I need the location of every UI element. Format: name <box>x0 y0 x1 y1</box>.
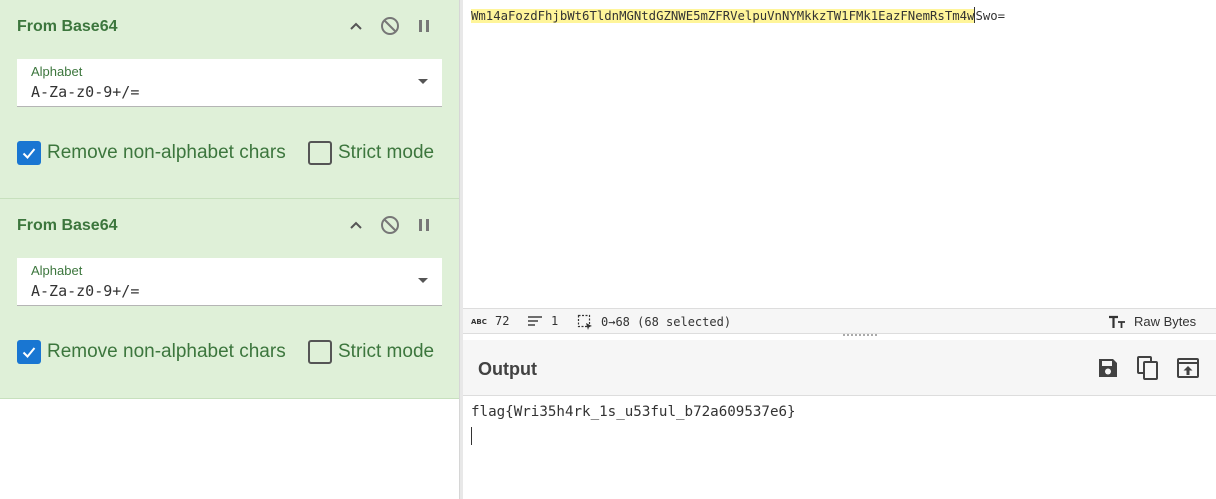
selection-stat: 0→68 (68 selected) <box>577 314 731 330</box>
pause-icon[interactable] <box>414 16 434 36</box>
unselected-input-text: Swo= <box>975 9 1006 23</box>
input-status-bar: ABC 72 1 0→68 (68 selected) Raw Bytes <box>463 308 1216 334</box>
save-icon[interactable] <box>1094 354 1122 382</box>
collapse-chevron-icon[interactable] <box>346 16 366 36</box>
checkbox-checked-icon[interactable] <box>17 340 41 364</box>
alphabet-label: Alphabet <box>31 64 83 79</box>
alphabet-select[interactable]: Alphabet A-Za-z0-9+/= <box>17 59 442 107</box>
selection-icon <box>577 314 593 330</box>
checkbox-unchecked-icon[interactable] <box>308 141 332 165</box>
input-text[interactable]: Wm14aFozdFhjbWt6TldnMGNtdGZNWE5mZFRVelpu… <box>471 7 1005 25</box>
output-text[interactable]: flag{Wri35h4rk_1s_u53ful_b72a609537e6} <box>471 403 796 421</box>
strict-mode-label: Strict mode <box>338 341 435 362</box>
char-count: 72 <box>495 314 510 328</box>
text-size-icon <box>1108 315 1126 329</box>
alphabet-value: A-Za-z0-9+/= <box>31 83 140 101</box>
checkbox-checked-icon[interactable] <box>17 141 41 165</box>
alphabet-value: A-Za-z0-9+/= <box>31 282 140 300</box>
operation-title: From Base64 <box>17 217 118 234</box>
operation-title: From Base64 <box>17 18 118 35</box>
output-caret <box>471 427 472 445</box>
replace-input-icon[interactable] <box>1174 354 1202 382</box>
disable-icon[interactable] <box>380 16 400 36</box>
char-count-stat: ABC 72 <box>471 314 509 328</box>
alphabet-label: Alphabet <box>31 263 83 278</box>
dropdown-arrow-icon <box>418 79 428 84</box>
input-textarea[interactable]: Wm14aFozdFhjbWt6TldnMGNtdGZNWE5mZFRVelpu… <box>463 0 1216 308</box>
checkbox-unchecked-icon[interactable] <box>308 340 332 364</box>
line-count-stat: 1 <box>527 314 558 328</box>
remove-nonalpha-checkbox[interactable]: Remove non-alphabet chars <box>17 340 286 364</box>
operation-from-base64-2: From Base64 Alphabet A-Za-z0-9+/= Remove… <box>0 199 459 399</box>
strict-mode-checkbox[interactable]: Strict mode <box>308 141 434 165</box>
lines-icon <box>527 315 543 327</box>
abc-icon: ABC <box>471 316 487 326</box>
collapse-chevron-icon[interactable] <box>346 215 366 235</box>
copy-icon[interactable] <box>1134 354 1162 382</box>
strict-mode-checkbox[interactable]: Strict mode <box>308 340 434 364</box>
output-title: Output <box>478 359 537 379</box>
dropdown-arrow-icon <box>418 278 428 283</box>
selection-range: 0→68 (68 selected) <box>601 315 732 329</box>
encoding-label: Raw Bytes <box>1134 314 1197 329</box>
pause-icon[interactable] <box>414 215 434 235</box>
remove-nonalpha-label: Remove non-alphabet chars <box>47 341 286 362</box>
svg-text:ABC: ABC <box>471 318 487 326</box>
recipe-panel: From Base64 Alphabet A-Za-z0-9+/= Remove… <box>0 0 459 499</box>
encoding-stat[interactable]: Raw Bytes <box>1108 314 1196 329</box>
remove-nonalpha-label: Remove non-alphabet chars <box>47 142 286 163</box>
operation-from-base64-1: From Base64 Alphabet A-Za-z0-9+/= Remove… <box>0 0 459 199</box>
line-count: 1 <box>551 314 559 328</box>
disable-icon[interactable] <box>380 215 400 235</box>
output-header: Output <box>463 340 1216 396</box>
remove-nonalpha-checkbox[interactable]: Remove non-alphabet chars <box>17 141 286 165</box>
strict-mode-label: Strict mode <box>338 142 435 163</box>
alphabet-select[interactable]: Alphabet A-Za-z0-9+/= <box>17 258 442 306</box>
io-resize-grip[interactable] <box>843 334 879 338</box>
selected-input-text: Wm14aFozdFhjbWt6TldnMGNtdGZNWE5mZFRVelpu… <box>471 9 975 23</box>
output-textarea[interactable]: flag{Wri35h4rk_1s_u53ful_b72a609537e6} <box>463 397 1216 499</box>
